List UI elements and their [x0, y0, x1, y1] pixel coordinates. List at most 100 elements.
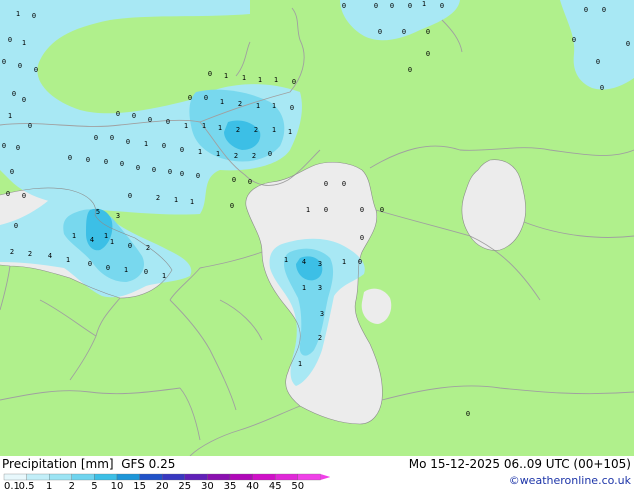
- precip-value: 1: [216, 150, 220, 158]
- legend-labels: 0.10.5 1 2 5 10 15 20 25 30 35 40 45 50: [4, 481, 304, 490]
- precip-value: 0: [8, 36, 12, 44]
- legend-label: 35: [224, 481, 237, 490]
- model-label: GFS 0.25: [121, 457, 176, 471]
- precip-value: 1: [190, 198, 194, 206]
- precip-value: 0: [18, 62, 22, 70]
- legend-swatch: [26, 473, 50, 481]
- precip-value: 0: [120, 160, 124, 168]
- precip-value: 1: [422, 0, 426, 8]
- precip-value: 0: [180, 170, 184, 178]
- precip-value: 1: [242, 74, 246, 82]
- precip-value: 2: [252, 152, 256, 160]
- precip-value: 0: [204, 94, 208, 102]
- precipitation-map: 1 00 10 0 000100 000 002 2 4 11 45 3110 0 10 20 10 2 1 1 00…: [0, 0, 634, 456]
- legend-label: 10: [111, 481, 124, 490]
- valid-time: Mo 15-12-2025 06..09 UTC (00+105): [408, 457, 631, 471]
- precip-value: 0: [292, 78, 296, 86]
- legend-swatch: [94, 473, 118, 481]
- precip-value: 1: [298, 360, 302, 368]
- precip-value: 0: [426, 28, 430, 36]
- legend-swatch: [275, 473, 298, 481]
- precip-value: 0: [34, 66, 38, 74]
- precip-value: 0: [2, 58, 6, 66]
- product-title: Precipitation [mm] GFS 0.25: [2, 457, 175, 471]
- precip-value: 0: [14, 222, 18, 230]
- legend-swatch: [49, 473, 72, 481]
- precip-value: 0: [466, 410, 470, 418]
- precip-value: 0: [180, 146, 184, 154]
- precip-value: 0: [152, 166, 156, 174]
- precip-value: 4: [302, 258, 306, 266]
- credit-link[interactable]: ©weatheronline.co.uk: [509, 474, 631, 487]
- precip-value: 0: [248, 178, 252, 186]
- precip-value: 0: [22, 192, 26, 200]
- precip-value: 0: [104, 158, 108, 166]
- precip-value: 0: [572, 36, 576, 44]
- precip-value: 2: [156, 194, 160, 202]
- precip-value: 0: [28, 122, 32, 130]
- precip-value: 0: [232, 176, 236, 184]
- precip-value: 0: [86, 156, 90, 164]
- precip-value: 0: [408, 2, 412, 10]
- legend-label: 2: [69, 481, 75, 490]
- precip-value: 0: [148, 116, 152, 124]
- precip-value: 0: [402, 28, 406, 36]
- legend-swatch: [297, 473, 321, 481]
- precip-value: 0: [126, 138, 130, 146]
- precip-value: 0: [16, 144, 20, 152]
- precip-value: 0: [162, 142, 166, 150]
- precip-value: 0: [626, 40, 630, 48]
- precip-value: 0: [196, 172, 200, 180]
- legend-label: 45: [269, 481, 282, 490]
- precip-value: 1: [220, 98, 224, 106]
- precip-value: 1: [302, 284, 306, 292]
- legend-label: 0.5: [19, 481, 35, 490]
- legend-swatch: [207, 473, 231, 481]
- precip-value: 0: [168, 168, 172, 176]
- precip-value: 2: [10, 248, 14, 256]
- precip-value: 0: [2, 142, 6, 150]
- precip-value: 1: [110, 238, 114, 246]
- precip-value: 1: [256, 102, 260, 110]
- product-label: Precipitation [mm]: [2, 457, 114, 471]
- precip-value: 2: [146, 244, 150, 252]
- precip-value: 0: [230, 202, 234, 210]
- precip-value: 2: [318, 334, 322, 342]
- precip-value: 0: [324, 180, 328, 188]
- precip-value: 1: [272, 102, 276, 110]
- precip-value: 1: [342, 258, 346, 266]
- legend-label: 25: [178, 481, 191, 490]
- legend-label: 5: [91, 481, 97, 490]
- legend-label: 15: [133, 481, 146, 490]
- precip-value: 1: [218, 124, 222, 132]
- precip-value: 0: [32, 12, 36, 20]
- precip-value: 0: [10, 168, 14, 176]
- precip-value: 1: [288, 128, 292, 136]
- legend-swatch: [3, 473, 27, 481]
- legend-swatch: [252, 473, 276, 481]
- precip-value: 0: [208, 70, 212, 78]
- legend-arrow-icon: [320, 474, 330, 480]
- legend-label: 50: [291, 481, 304, 490]
- precip-value: 3: [116, 212, 120, 220]
- precip-value: 0: [374, 2, 378, 10]
- precip-value: 4: [90, 236, 94, 244]
- precip-value: 3: [318, 284, 322, 292]
- precip-value: 1: [174, 196, 178, 204]
- precip-value: 0: [94, 134, 98, 142]
- precip-value: 0: [128, 242, 132, 250]
- precip-value: 0: [110, 134, 114, 142]
- legend-swatch: [139, 473, 163, 481]
- precip-value: 4: [48, 252, 52, 260]
- precip-value: 0: [600, 84, 604, 92]
- precip-value: 1: [124, 266, 128, 274]
- precip-value: 0: [408, 66, 412, 74]
- precip-value: 2: [236, 126, 240, 134]
- precip-value: 0: [290, 104, 294, 112]
- precip-value: 0: [136, 164, 140, 172]
- legend-label: 40: [246, 481, 259, 490]
- precip-value: 2: [234, 152, 238, 160]
- precip-value: 0: [358, 258, 362, 266]
- precip-value: 0: [116, 110, 120, 118]
- precip-value: 0: [12, 90, 16, 98]
